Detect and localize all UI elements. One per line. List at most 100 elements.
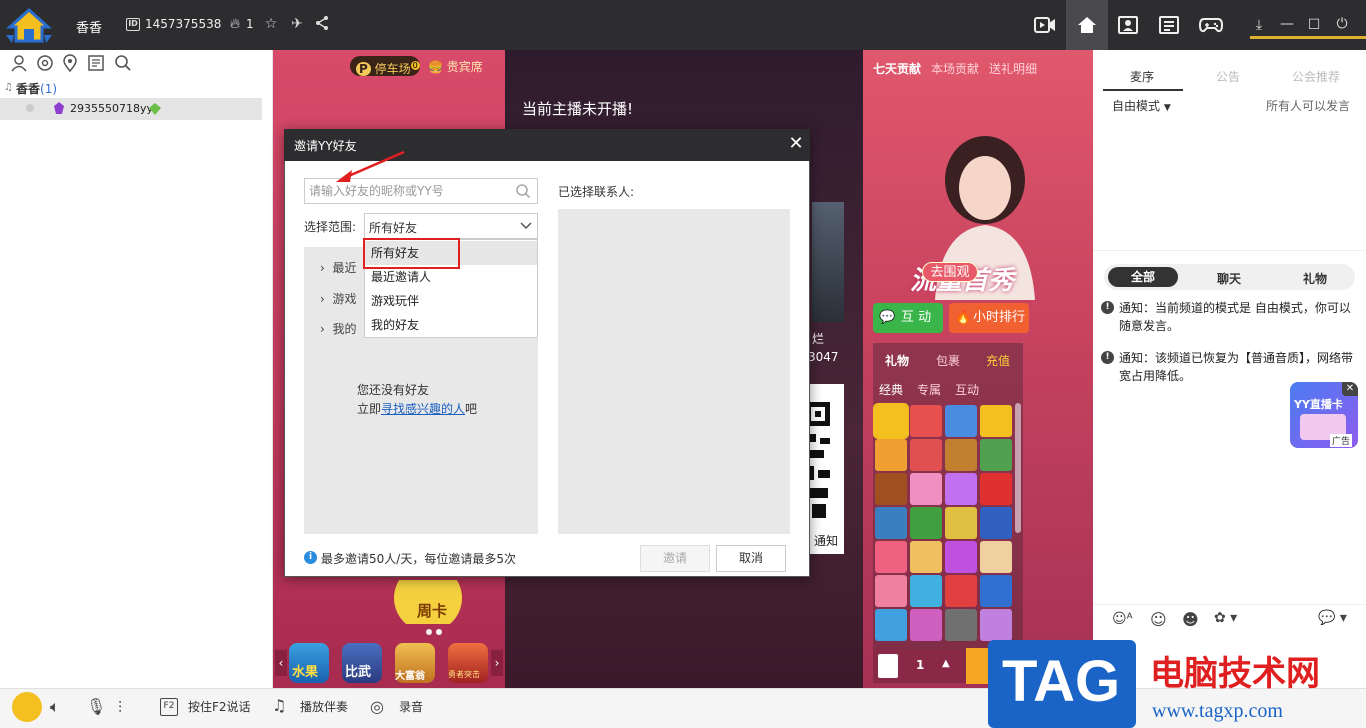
tab-guild[interactable]: 公会推荐: [1292, 68, 1340, 85]
avatar[interactable]: [12, 692, 42, 722]
week-card[interactable]: 周卡: [393, 580, 463, 624]
gift-item[interactable]: [875, 439, 907, 471]
gift-item[interactable]: [945, 609, 977, 641]
gift-item[interactable]: [980, 609, 1012, 641]
gift-item[interactable]: [875, 507, 907, 539]
gift-tab-bag[interactable]: 包裹: [936, 352, 960, 369]
gift-sub-classic[interactable]: 经典: [879, 381, 903, 398]
mode-dropdown[interactable]: 自由模式 ▼: [1112, 97, 1171, 114]
gift-sub-exclusive[interactable]: 专属: [917, 381, 941, 398]
star-icon[interactable]: ☆: [262, 15, 280, 33]
gift-item[interactable]: [910, 405, 942, 437]
scope-select[interactable]: 所有好友: [364, 213, 538, 239]
host-promo-card[interactable]: 流量首秀: [880, 130, 1080, 300]
dropdown-option-game[interactable]: 游戏玩伴: [365, 289, 537, 313]
bulletin-icon[interactable]: [87, 54, 105, 72]
gift-item[interactable]: [945, 575, 977, 607]
speaker-icon[interactable]: 🔈︎: [50, 697, 60, 717]
gift-item[interactable]: [875, 541, 907, 573]
push-to-talk-button[interactable]: 按住F2说话: [188, 698, 251, 715]
parking-button[interactable]: P 停车场 0: [350, 56, 420, 76]
gift-item[interactable]: [945, 507, 977, 539]
gift-item[interactable]: [945, 541, 977, 573]
game-brave[interactable]: 勇者突击: [448, 643, 488, 683]
emoji-icon[interactable]: ☺: [1150, 610, 1167, 629]
gift-item[interactable]: [980, 473, 1012, 505]
tree-user-row[interactable]: 2935550718yy: [0, 98, 262, 120]
carousel-dot[interactable]: [426, 629, 432, 635]
close-icon[interactable]: ✕: [1342, 382, 1358, 396]
dialog-close-icon[interactable]: ✕: [786, 134, 806, 154]
settings-icon[interactable]: [36, 54, 54, 72]
tree-root-channel[interactable]: 香香(1): [16, 80, 57, 97]
gift-item[interactable]: [873, 403, 909, 439]
go-watch-button[interactable]: 去围观: [922, 262, 978, 282]
app-logo-icon[interactable]: [6, 5, 52, 45]
location-icon[interactable]: [61, 54, 79, 73]
carousel-dot-active[interactable]: [436, 629, 442, 635]
cancel-button[interactable]: 取消: [716, 545, 786, 572]
chevron-right-icon[interactable]: ›: [491, 650, 503, 676]
gift-item[interactable]: [980, 439, 1012, 471]
chat-tab-chat[interactable]: 聊天: [1217, 270, 1241, 287]
gift-item[interactable]: [945, 405, 977, 437]
gift-item[interactable]: [945, 439, 977, 471]
gift-item[interactable]: [875, 473, 907, 505]
gift-item[interactable]: [910, 575, 942, 607]
list-icon[interactable]: [1148, 0, 1190, 50]
tab-this-show[interactable]: 本场贡献: [931, 60, 979, 77]
dropdown-option-my-friends[interactable]: 我的好友: [365, 313, 537, 337]
tab-seven-day[interactable]: 七天贡献: [873, 60, 921, 77]
gift-item[interactable]: [875, 575, 907, 607]
gift-tab-recharge[interactable]: 充值: [986, 352, 1010, 369]
gift-item[interactable]: [910, 439, 942, 471]
hour-rank-button[interactable]: 🔥 小时排行: [949, 303, 1029, 333]
game-monopoly[interactable]: 大富翁: [395, 643, 435, 683]
tab-notice[interactable]: 公告: [1216, 68, 1240, 85]
power-icon[interactable]: ⏻: [1333, 15, 1351, 33]
gift-item[interactable]: [980, 541, 1012, 573]
message-icon[interactable]: 💬 ▾: [1318, 610, 1347, 626]
search-icon[interactable]: [515, 183, 531, 199]
microphone-icon[interactable]: 🎙︎: [86, 697, 106, 716]
gift-qty[interactable]: 1: [916, 658, 924, 672]
search-icon[interactable]: [114, 54, 132, 72]
gift-item[interactable]: [910, 609, 942, 641]
download-icon[interactable]: ⤓: [1250, 16, 1268, 34]
video-icon[interactable]: [1024, 0, 1066, 50]
gift-item[interactable]: [980, 405, 1012, 437]
font-icon[interactable]: ☺ᴬ: [1112, 611, 1133, 627]
group-my-friends[interactable]: › 我的: [320, 320, 356, 337]
interact-button[interactable]: 💬 互 动: [873, 303, 943, 333]
user-icon[interactable]: [10, 54, 28, 72]
find-people-link[interactable]: 寻找感兴趣的人: [381, 402, 465, 416]
gift-item[interactable]: [980, 575, 1012, 607]
share-icon[interactable]: [313, 15, 331, 33]
game-fruit[interactable]: 水果: [289, 643, 329, 683]
gift-bag-icon[interactable]: ✿ ▾: [1214, 610, 1237, 626]
minimize-icon[interactable]: —: [1278, 15, 1296, 33]
equalizer-icon[interactable]: ⫶: [118, 698, 122, 718]
gift-item[interactable]: [910, 541, 942, 573]
gift-item[interactable]: [910, 473, 942, 505]
tab-mic-queue[interactable]: 麦序: [1130, 68, 1154, 85]
tab-gift-detail[interactable]: 送礼明细: [989, 60, 1037, 77]
group-recent[interactable]: › 最近: [320, 259, 356, 276]
gift-tab-gifts[interactable]: 礼物: [885, 352, 909, 369]
contact-card-icon[interactable]: [1107, 0, 1149, 50]
qty-up-icon[interactable]: ▲: [942, 658, 950, 669]
gift-scrollbar[interactable]: [1015, 403, 1021, 533]
chat-tab-gift[interactable]: 礼物: [1303, 270, 1327, 287]
invite-button[interactable]: 邀请: [640, 545, 710, 572]
chat-tab-all[interactable]: 全部: [1108, 267, 1178, 287]
group-game[interactable]: › 游戏: [320, 290, 356, 307]
gift-sub-interactive[interactable]: 互动: [955, 381, 979, 398]
game-duel[interactable]: 比武: [342, 643, 382, 683]
maximize-icon[interactable]: ☐: [1305, 16, 1323, 34]
room-id[interactable]: 1457375538: [145, 17, 221, 31]
gift-item[interactable]: [945, 473, 977, 505]
gift-item[interactable]: [980, 507, 1012, 539]
sticker-icon[interactable]: ☻: [1182, 610, 1199, 629]
record-button[interactable]: 录音: [399, 698, 423, 715]
chevron-left-icon[interactable]: ‹: [275, 650, 287, 676]
